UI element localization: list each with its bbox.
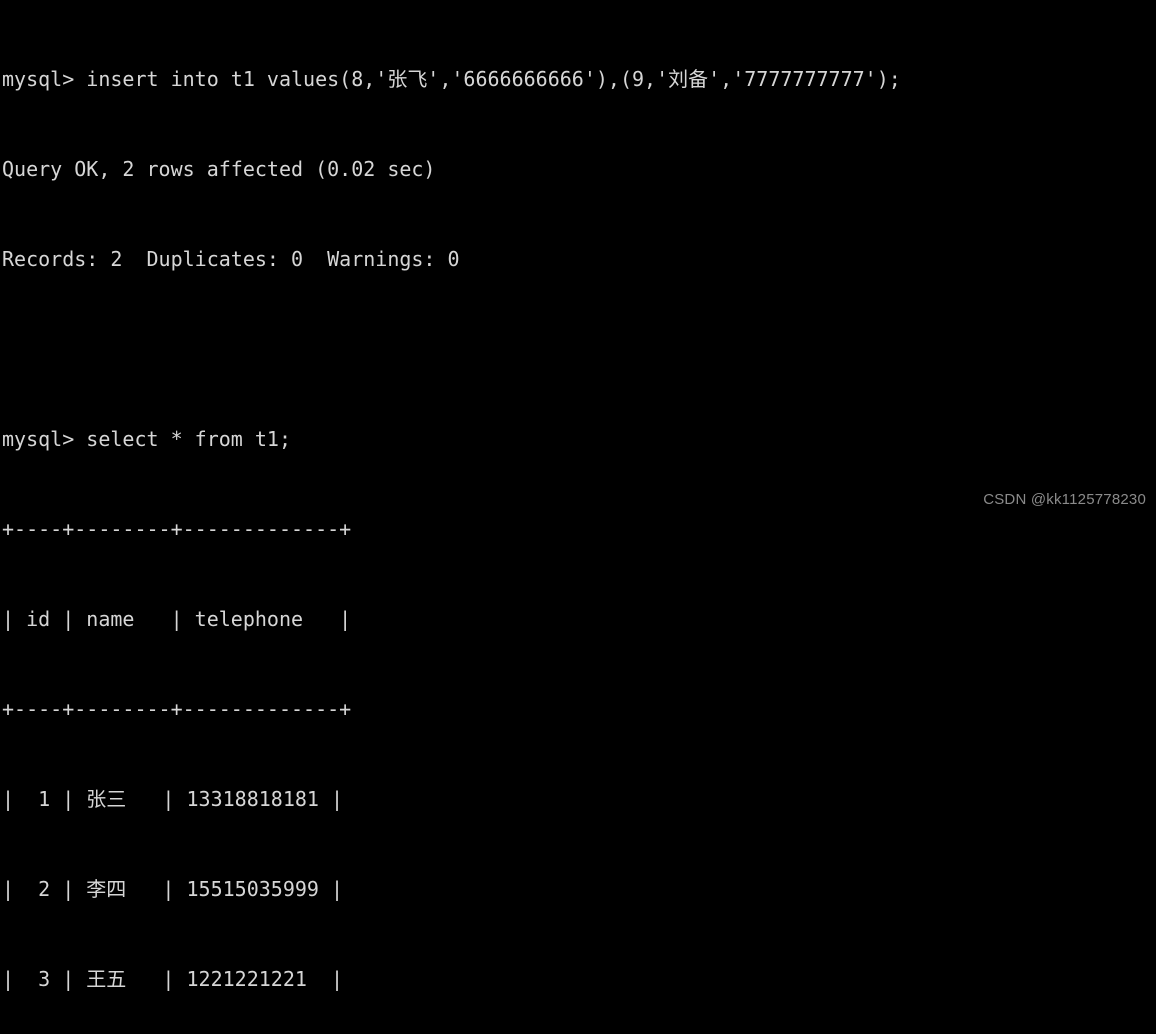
table-border-top: +----+--------+-------------+ (2, 517, 352, 541)
table-row: | 2 | 李四 | 15515035999 | (2, 877, 344, 901)
terminal-line-insert-command: mysql> insert into t1 values(8,'张飞','666… (2, 67, 901, 91)
terminal-line-records-summary: Records: 2 Duplicates: 0 Warnings: 0 (2, 247, 460, 271)
table-row: | 1 | 张三 | 13318818181 | (2, 787, 344, 811)
terminal-screen[interactable]: mysql> insert into t1 values(8,'张飞','666… (0, 0, 1156, 991)
table-row: | 3 | 王五 | 1221221221 | (2, 967, 344, 991)
terminal-line-select-command: mysql> select * from t1; (2, 427, 291, 451)
csdn-watermark: CSDN @kk1125778230 (983, 491, 1146, 508)
table-header-row: | id | name | telephone | (2, 607, 352, 631)
table-border-header: +----+--------+-------------+ (2, 697, 352, 721)
terminal-line-query-ok: Query OK, 2 rows affected (0.02 sec) (2, 157, 436, 181)
